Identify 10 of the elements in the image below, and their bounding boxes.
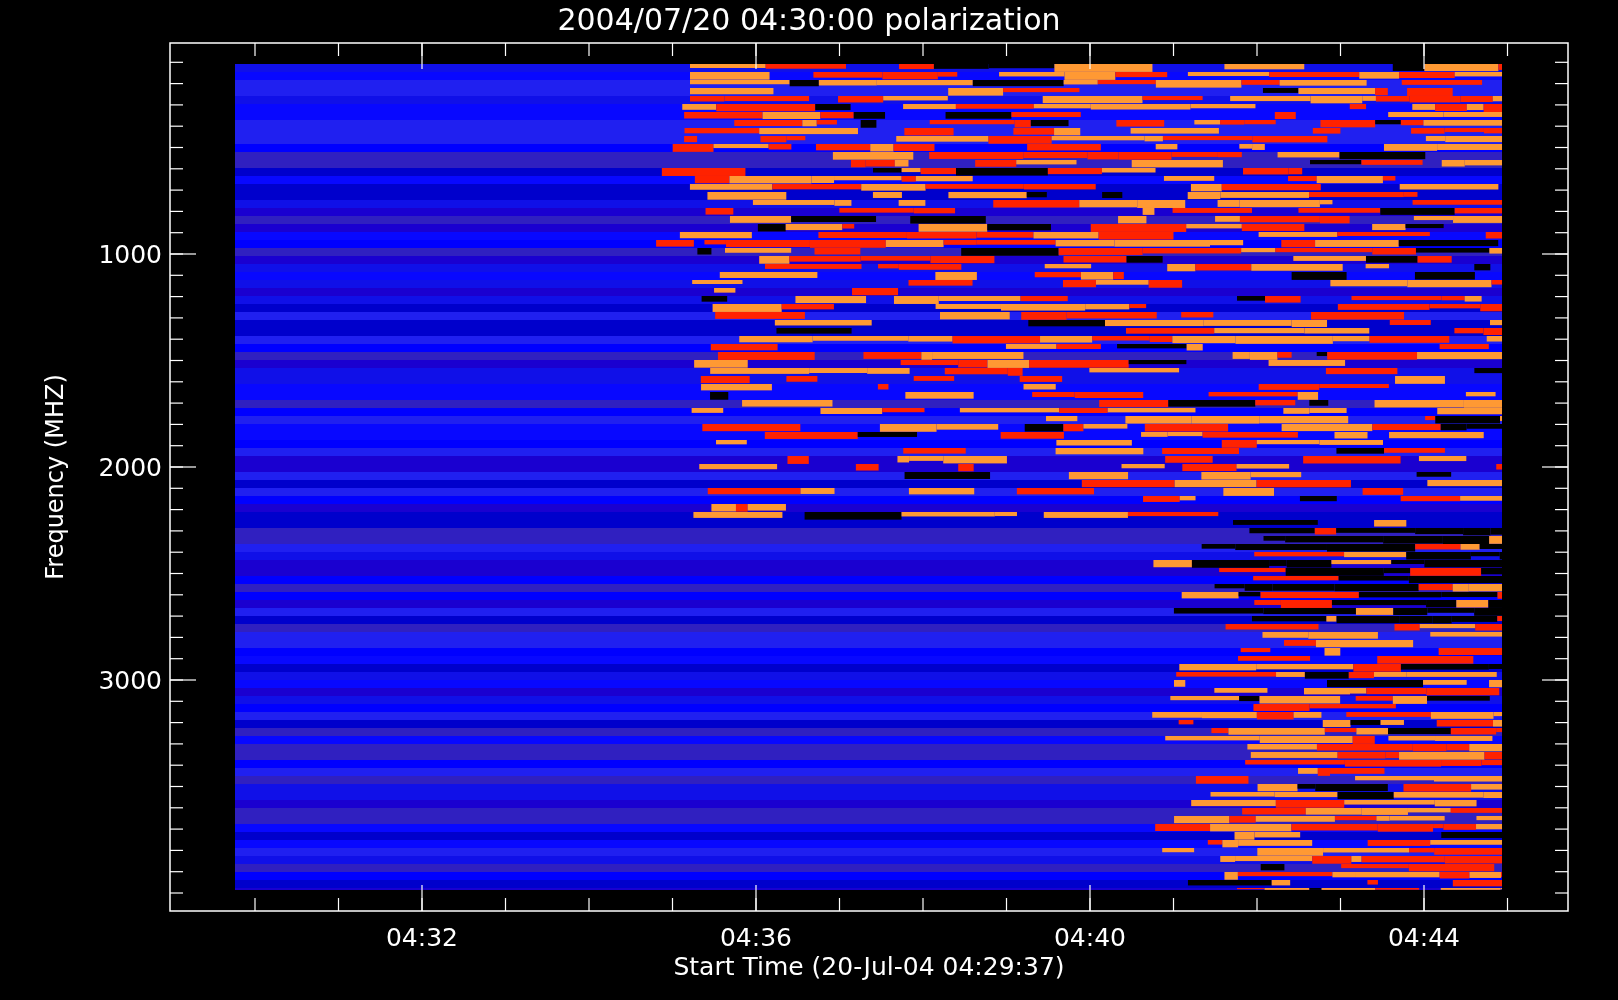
y-axis-label: Frequency (MHZ) bbox=[41, 374, 69, 580]
y-tick-label: 1000 bbox=[98, 240, 162, 269]
plot-title: 2004/07/20 04:30:00 polarization bbox=[557, 2, 1061, 37]
x-axis-label: Start Time (20-Jul-04 04:29:37) bbox=[673, 952, 1065, 981]
x-tick-label: 04:32 bbox=[386, 923, 458, 952]
x-tick-label: 04:44 bbox=[1388, 923, 1460, 952]
x-tick-label: 04:40 bbox=[1054, 923, 1126, 952]
x-tick-label: 04:36 bbox=[720, 923, 792, 952]
y-tick-label: 2000 bbox=[98, 453, 162, 482]
y-tick-label: 3000 bbox=[98, 666, 162, 695]
